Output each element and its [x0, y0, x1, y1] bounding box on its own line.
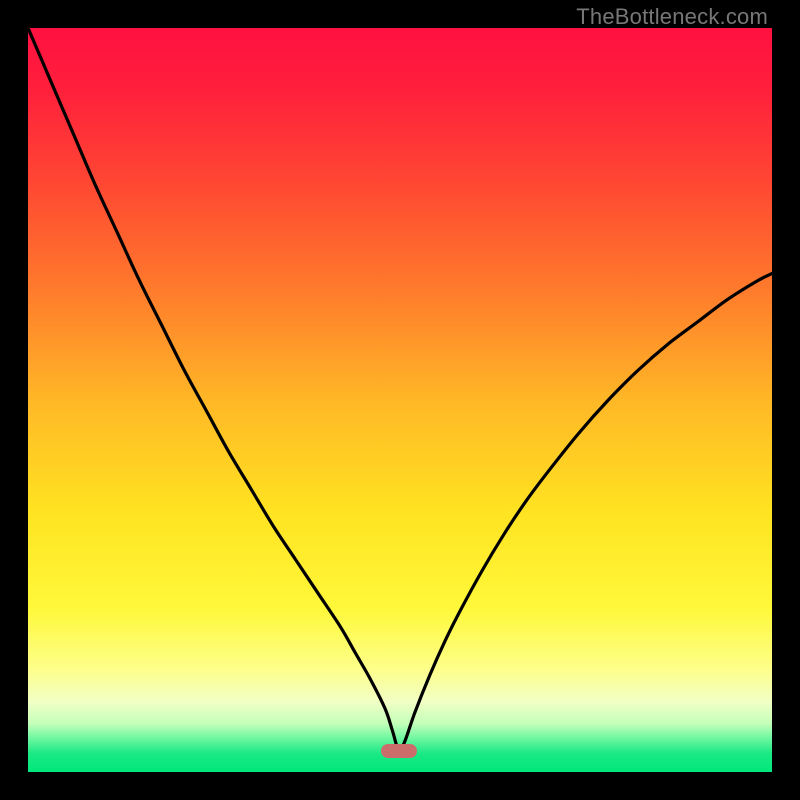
watermark-text: TheBottleneck.com: [576, 4, 768, 30]
chart-frame: TheBottleneck.com: [0, 0, 800, 800]
bottleneck-curve: [28, 28, 772, 772]
plot-area: [28, 28, 772, 772]
minimum-marker: [381, 744, 417, 758]
